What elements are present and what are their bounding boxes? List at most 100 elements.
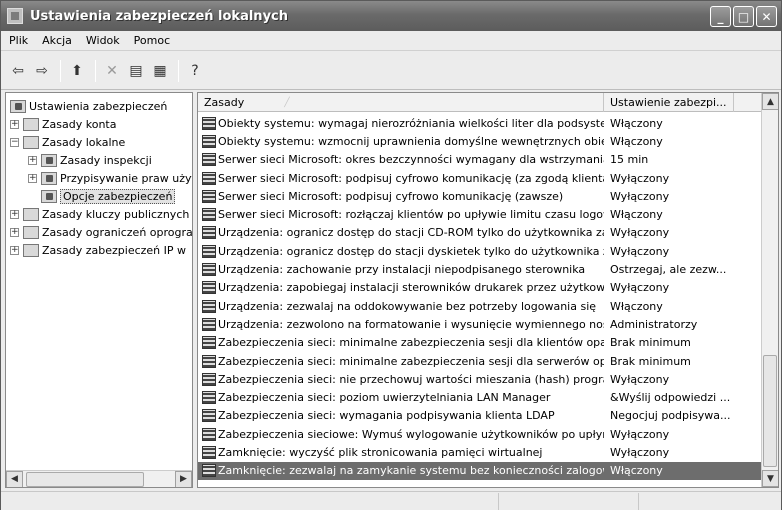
table-row[interactable]: Zamknięcie: zezwalaj na zamykanie system… [198, 461, 763, 480]
tree-item-label: Zasady lokalne [42, 135, 126, 149]
policy-name: Urządzenia: zachowanie przy instalacji n… [218, 263, 586, 277]
policy-icon [202, 299, 216, 313]
table-row[interactable]: Urządzenia: zapobiegaj instalacji sterow… [198, 279, 763, 297]
policy-name: Urządzenia: ogranicz dostęp do stacji CD… [218, 226, 604, 240]
tree-item[interactable]: − Zasady lokalne [10, 133, 125, 151]
toolbar-separator [178, 59, 179, 82]
policy-name: Zabezpieczenia sieci: nie przechowuj war… [218, 372, 604, 386]
menu-bar: Plik Akcja Widok Pomoc [1, 31, 781, 51]
policy-cell: Urządzenia: zezwalaj na oddokowywanie be… [198, 299, 604, 313]
menu-file[interactable]: Plik [9, 34, 28, 47]
delete-icon[interactable]: ✕ [101, 60, 123, 82]
policy-icon [202, 244, 216, 258]
policy-name: Obiekty systemu: wzmocnij uprawnienia do… [218, 134, 604, 148]
table-row[interactable]: Serwer sieci Microsoft: rozłączaj klient… [198, 205, 763, 223]
table-row[interactable]: Zabezpieczenia sieci: minimalne zabezpie… [198, 352, 763, 370]
setting-value: Wyłączony [610, 372, 670, 386]
scroll-up-button[interactable]: ▲ [762, 93, 778, 110]
policy-cell: Zabezpieczenia sieci: minimalne zabezpie… [198, 354, 604, 368]
list-vertical-scrollbar[interactable]: ▲ ▼ [761, 93, 778, 487]
window-controls: _ □ ✕ [710, 6, 777, 27]
tree-item[interactable]: + Zasady konta [10, 115, 116, 133]
tree-item[interactable]: + Przypisywanie praw użytkownika [28, 169, 192, 187]
title-bar[interactable]: Ustawienia zabezpieczeń lokalnych _ □ ✕ [1, 1, 781, 31]
column-header-policy[interactable]: Zasady ╱ [198, 93, 604, 112]
table-row[interactable]: Urządzenia: ogranicz dostęp do stacji CD… [198, 224, 763, 242]
policy-cell: Serwer sieci Microsoft: rozłączaj klient… [198, 208, 604, 222]
policy-icon [202, 409, 216, 423]
expand-icon[interactable]: + [10, 119, 19, 129]
table-row[interactable]: Zabezpieczenia sieci: nie przechowuj war… [198, 370, 763, 388]
folder-icon [23, 225, 39, 239]
expand-icon[interactable]: + [28, 173, 37, 183]
policy-cell: Zabezpieczenia sieciowe: Wymuś wylogowan… [198, 427, 604, 441]
up-folder-icon[interactable]: ⬆ [66, 60, 88, 82]
policy-cell: Zamknięcie: zezwalaj na zamykanie system… [198, 464, 604, 478]
setting-value: Wyłączony [610, 244, 670, 258]
properties-icon[interactable]: ▤ [125, 60, 147, 82]
column-header-setting[interactable]: Ustawienie zabezpi... [604, 93, 734, 112]
minimize-button[interactable]: _ [710, 6, 731, 27]
menu-help[interactable]: Pomoc [134, 34, 170, 47]
maximize-button[interactable]: □ [733, 6, 754, 27]
tree-item[interactable]: Ustawienia zabezpieczeń [10, 97, 167, 115]
menu-view[interactable]: Widok [86, 34, 120, 47]
expand-icon[interactable]: + [10, 209, 19, 219]
column-header-policy-label: Zasady [204, 96, 245, 109]
menu-action[interactable]: Akcja [42, 34, 72, 47]
table-row[interactable]: Serwer sieci Microsoft: podpisuj cyfrowo… [198, 187, 763, 205]
tree-item[interactable]: + Zasady inspekcji [28, 151, 152, 169]
scroll-right-button[interactable]: ▶ [175, 470, 192, 487]
back-arrow-icon[interactable]: ⇦ [7, 60, 29, 82]
policy-name: Zabezpieczenia sieci: minimalne zabezpie… [218, 354, 604, 368]
policy-cell: Urządzenia: zapobiegaj instalacji sterow… [198, 281, 604, 295]
table-row[interactable]: Urządzenia: zezwalaj na oddokowywanie be… [198, 297, 763, 315]
status-cell [1, 493, 499, 510]
table-row[interactable]: Urządzenia: zezwolono na formatowanie i … [198, 315, 763, 333]
tree-item[interactable]: + Zasady zabezpieczeń IP w [10, 241, 186, 259]
table-row[interactable]: Zabezpieczenia sieciowe: Wymuś wylogowan… [198, 425, 763, 443]
tree-item[interactable]: + Zasady ograniczeń oprogramowania [10, 223, 192, 241]
tree-item-label: Zasady inspekcji [60, 153, 152, 167]
scroll-left-button[interactable]: ◀ [6, 470, 23, 487]
expand-icon[interactable]: + [10, 245, 19, 255]
setting-value: Negocjuj podpisywa... [610, 409, 731, 423]
table-row[interactable]: Zabezpieczenia sieci: minimalne zabezpie… [198, 334, 763, 352]
forward-arrow-icon[interactable]: ⇨ [31, 60, 53, 82]
setting-value: Brak minimum [610, 336, 691, 350]
policy-name: Zamknięcie: wyczyść plik stronicowania p… [218, 445, 543, 459]
table-row[interactable]: Zamknięcie: wyczyść plik stronicowania p… [198, 443, 763, 461]
table-row[interactable]: Obiekty systemu: wymagaj nierozróżniania… [198, 114, 763, 132]
table-row[interactable]: Zabezpieczenia sieci: wymagania podpisyw… [198, 407, 763, 425]
policy-icon [202, 153, 216, 167]
help-icon[interactable]: ? [184, 60, 206, 82]
table-row[interactable]: Serwer sieci Microsoft: okres bezczynnoś… [198, 151, 763, 169]
table-row[interactable]: Obiekty systemu: wzmocnij uprawnienia do… [198, 132, 763, 150]
policy-cell: Obiekty systemu: wzmocnij uprawnienia do… [198, 134, 604, 148]
expand-icon[interactable]: + [28, 155, 37, 165]
close-button[interactable]: ✕ [756, 6, 777, 27]
policy-cell: Obiekty systemu: wymagaj nierozróżniania… [198, 116, 604, 130]
scroll-thumb[interactable] [763, 355, 777, 467]
table-row[interactable]: Urządzenia: zachowanie przy instalacji n… [198, 260, 763, 278]
scroll-thumb[interactable] [26, 472, 144, 487]
console-tree[interactable]: Ustawienia zabezpieczeń + Zasady konta − Zas… [5, 92, 193, 488]
tree-horizontal-scrollbar[interactable]: ◀ ▶ [6, 470, 192, 487]
export-list-icon[interactable]: ▦ [149, 60, 171, 82]
status-cell [639, 493, 779, 510]
table-row[interactable]: Urządzenia: ogranicz dostęp do stacji dy… [198, 242, 763, 260]
table-row[interactable]: Zabezpieczenia sieci: poziom uwierzyteln… [198, 388, 763, 406]
tree-item[interactable]: Opcje zabezpieczeń [28, 187, 176, 205]
collapse-icon[interactable]: − [10, 137, 19, 147]
scroll-down-button[interactable]: ▼ [762, 470, 778, 487]
setting-value: Wyłączony [610, 171, 670, 185]
policy-cell: Zabezpieczenia sieci: nie przechowuj war… [198, 372, 604, 386]
policy-icon [202, 317, 216, 331]
policy-icon [202, 189, 216, 203]
policy-list[interactable]: Zasady ╱ Ustawienie zabezpi... Obiekty s… [197, 92, 779, 488]
tree-item[interactable]: + Zasady kluczy publicznych [10, 205, 189, 223]
folder-icon [41, 153, 57, 167]
expand-icon[interactable]: + [10, 227, 19, 237]
table-row[interactable]: Serwer sieci Microsoft: podpisuj cyfrowo… [198, 169, 763, 187]
security-settings-icon [7, 8, 23, 24]
